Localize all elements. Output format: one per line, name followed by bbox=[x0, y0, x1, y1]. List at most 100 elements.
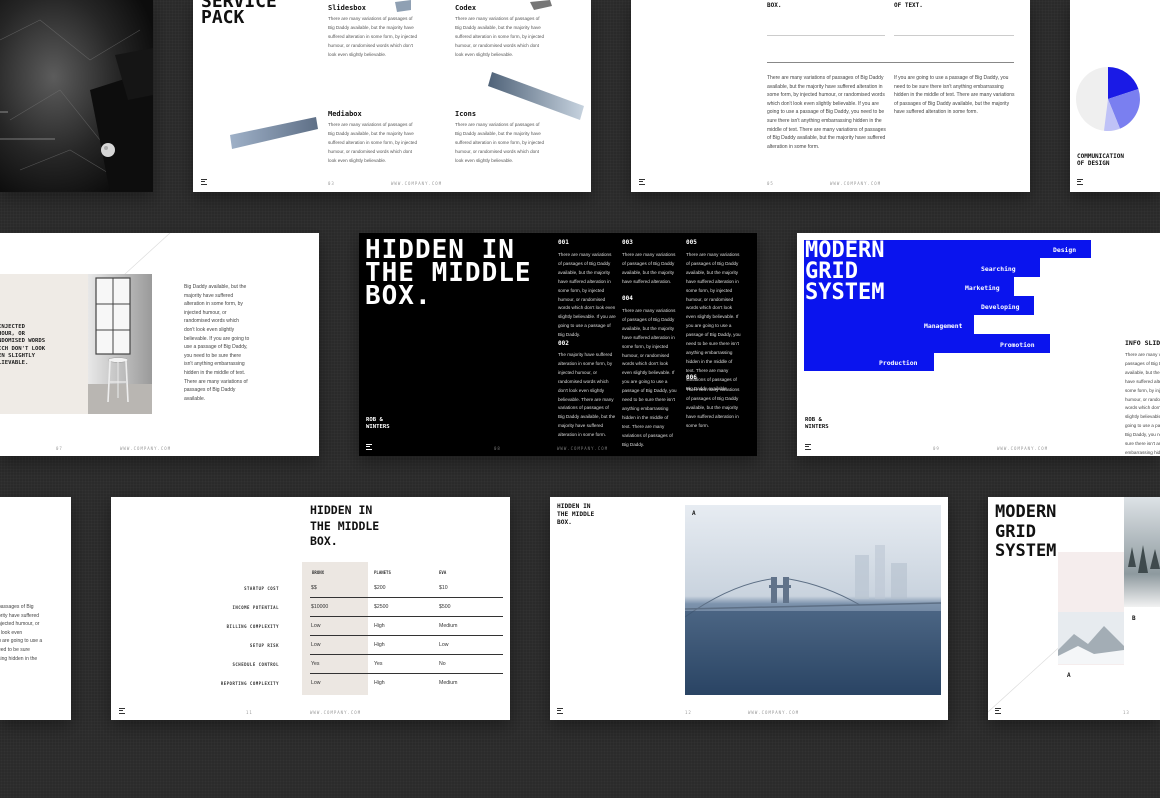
logo-icon bbox=[366, 444, 372, 450]
slide-middle-box-text[interactable]: THE MIDDLE BOX. IN THE MIDDLE OF TEXT. T… bbox=[631, 0, 1030, 192]
table-cell: $2500 bbox=[374, 604, 389, 610]
image-tag: A bbox=[692, 510, 696, 517]
row-divider bbox=[310, 654, 503, 655]
bridge-photo bbox=[685, 505, 941, 695]
column-body: There are many variations of passages of… bbox=[686, 252, 741, 391]
slide-dark-texture[interactable] bbox=[0, 0, 153, 192]
page-number: 09 bbox=[933, 446, 940, 451]
table-cell: $10 bbox=[439, 585, 448, 591]
table-cell: $500 bbox=[439, 604, 451, 610]
side-body: There are many variations of passages of… bbox=[1125, 352, 1160, 455]
step-label: Management bbox=[924, 322, 963, 330]
row-label: STARTUP COST bbox=[244, 586, 279, 591]
slide-bridge-photo[interactable]: HIDDEN IN THE MIDDLE BOX. A 12 WWW.COMPA… bbox=[550, 497, 948, 720]
logo-icon bbox=[201, 179, 207, 185]
body-text: Big Daddy available, but the majority ha… bbox=[184, 284, 250, 402]
row-divider bbox=[310, 616, 503, 617]
image-tag: A bbox=[1067, 672, 1071, 679]
image-tag: B bbox=[1132, 615, 1136, 622]
caption: COMMUNICATION OF DESIGN bbox=[1077, 153, 1124, 167]
page-number: 13 bbox=[1123, 710, 1130, 715]
column-body: The majority have suffered alteration in… bbox=[558, 352, 616, 438]
body-column-a: There are many variations of passages of… bbox=[767, 75, 886, 150]
table-cell: Medium bbox=[439, 623, 458, 629]
body-column-b: If you are going to use a passage of Big… bbox=[894, 75, 1015, 116]
column-body: There are many variations of passages of… bbox=[622, 308, 677, 447]
column-number: 005 bbox=[686, 239, 697, 246]
slide-title: HIDDEN IN THE MIDDLE BOX. bbox=[310, 503, 380, 548]
column-body: There are many variations of passages of… bbox=[558, 252, 616, 338]
slide-title: MODERN GRID SYSTEM bbox=[805, 238, 885, 305]
footer-url: WWW.COMPANY.COM bbox=[997, 446, 1049, 451]
footer-url: WWW.COMPANY.COM bbox=[748, 710, 800, 715]
table-cell: Yes bbox=[311, 661, 320, 667]
heading-a: THE MIDDLE BOX. bbox=[767, 0, 803, 9]
side-title: INFO SLID bbox=[1125, 339, 1160, 347]
page-number: 11 bbox=[246, 710, 253, 715]
page-number: 12 bbox=[685, 710, 692, 715]
row-label: INCOME POTENTIAL bbox=[232, 605, 279, 610]
page-number: 03 bbox=[328, 181, 335, 186]
page-number: 05 bbox=[767, 181, 774, 186]
slide-chair-quote[interactable]: INJECTED HOUR, OR NDOMISED WORDS ICH DON… bbox=[0, 233, 319, 456]
row-label: REPORTING COMPLEXITY bbox=[220, 681, 279, 686]
column-header: EVA bbox=[439, 570, 447, 575]
footer-url: WWW.COMPANY.COM bbox=[557, 446, 609, 451]
icons-image bbox=[488, 72, 584, 120]
column-number: 001 bbox=[558, 239, 569, 246]
column-header: PLANETS bbox=[374, 570, 391, 575]
table-cell: Low bbox=[311, 680, 321, 686]
logo-icon bbox=[119, 708, 125, 714]
column-header: BRONX bbox=[312, 570, 325, 575]
item-body: There are many variations of passages of… bbox=[328, 16, 418, 57]
row-divider bbox=[310, 673, 503, 674]
slide-partial-text[interactable]: passages of Big ority have suffered njec… bbox=[0, 497, 71, 720]
step-label: Marketing bbox=[965, 284, 1000, 292]
brand-name: ROB & WINTERS bbox=[366, 417, 390, 430]
slide-modern-grid-snow[interactable]: MODERN GRID SYSTEM. B A 13 bbox=[988, 497, 1160, 720]
logo-icon bbox=[995, 708, 1001, 714]
slide-service-pack[interactable]: SERVICE PACK Slidesbox There are many va… bbox=[193, 0, 591, 192]
row-divider bbox=[310, 597, 503, 598]
slidesbox-thumbnail bbox=[395, 0, 411, 12]
table-cell: Medium bbox=[439, 680, 458, 686]
table-cell: $10000 bbox=[311, 604, 329, 610]
item-body: There are many variations of passages of… bbox=[455, 16, 545, 57]
column-body: There are many variations of passages of… bbox=[622, 252, 676, 284]
chair-photo bbox=[88, 274, 152, 414]
slide-title: MODERN GRID SYSTEM. bbox=[995, 502, 1067, 561]
brand-name: ROB & WINTERS bbox=[805, 417, 829, 430]
column-number: 004 bbox=[622, 295, 633, 302]
table-cell: $$ bbox=[311, 585, 317, 591]
divider bbox=[767, 62, 1014, 63]
snow-forest-photo bbox=[1124, 497, 1160, 607]
step-label: Design bbox=[1053, 246, 1077, 254]
slide-title: HIDDEN IN THE MIDDLE BOX. bbox=[365, 235, 532, 311]
page-number: 07 bbox=[56, 446, 63, 451]
slide-modern-grid-system[interactable]: MODERN GRID SYSTEM Design Searching Mark… bbox=[797, 233, 1160, 456]
slide-communication-of-design[interactable]: COMMUNICATION OF DESIGN bbox=[1070, 0, 1160, 192]
column-number: 002 bbox=[558, 340, 569, 347]
dark-rock-image bbox=[0, 0, 153, 192]
table-cell: Low bbox=[311, 623, 321, 629]
item-title: Mediabox bbox=[328, 110, 362, 118]
item-title: Icons bbox=[455, 110, 477, 118]
mediabox-image bbox=[230, 117, 318, 149]
divider bbox=[767, 35, 885, 36]
row-label: SCHEDULE CONTROL bbox=[232, 662, 279, 667]
footer-url: WWW.COMPANY.COM bbox=[391, 181, 443, 186]
body-text: passages of Big ority have suffered njec… bbox=[0, 604, 43, 662]
step-label: Promotion bbox=[1000, 341, 1035, 349]
row-label: BILLING COMPLEXITY bbox=[226, 624, 279, 629]
footer-url: WWW.COMPANY.COM bbox=[310, 710, 362, 715]
column-body: There are many variations of passages of… bbox=[686, 387, 740, 428]
divider bbox=[894, 35, 1014, 36]
slide-comparison-table[interactable]: HIDDEN IN THE MIDDLE BOX. BRONX PLANETS … bbox=[111, 497, 510, 720]
step-label: Searching bbox=[981, 265, 1016, 273]
table-cell: Low bbox=[311, 642, 321, 648]
table-cell: $200 bbox=[374, 585, 386, 591]
codex-thumbnail bbox=[530, 0, 552, 10]
table-cell: High bbox=[374, 623, 385, 629]
slide-hidden-middle-box-dark[interactable]: HIDDEN IN THE MIDDLE BOX. 001 There are … bbox=[359, 233, 757, 456]
item-title: Codex bbox=[455, 4, 477, 12]
